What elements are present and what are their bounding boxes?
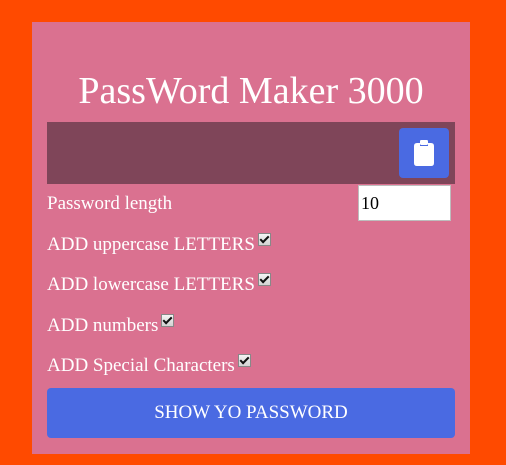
password-length-input[interactable] bbox=[358, 185, 451, 221]
password-generator-panel: PassWord Maker 3000 Password length ADD … bbox=[32, 22, 470, 454]
copy-to-clipboard-button[interactable] bbox=[399, 128, 449, 178]
password-result-display bbox=[47, 122, 455, 184]
option-uppercase: ADD uppercase LETTERS bbox=[47, 233, 271, 254]
lowercase-checkbox[interactable] bbox=[257, 273, 271, 286]
option-special-label: ADD Special Characters bbox=[47, 355, 235, 376]
special-checkbox[interactable] bbox=[237, 354, 251, 367]
clipboard-icon bbox=[414, 140, 434, 166]
option-special: ADD Special Characters bbox=[47, 354, 251, 375]
show-password-button[interactable]: SHOW YO PASSWORD bbox=[47, 388, 455, 438]
uppercase-checkbox[interactable] bbox=[257, 233, 271, 246]
option-uppercase-label: ADD uppercase LETTERS bbox=[47, 234, 255, 255]
option-lowercase-label: ADD lowercase LETTERS bbox=[47, 274, 255, 295]
option-lowercase: ADD lowercase LETTERS bbox=[47, 273, 271, 294]
option-numbers-label: ADD numbers bbox=[47, 315, 159, 336]
numbers-checkbox[interactable] bbox=[161, 314, 175, 327]
password-length-label: Password length bbox=[47, 193, 173, 214]
option-numbers: ADD numbers bbox=[47, 314, 175, 336]
app-title: PassWord Maker 3000 bbox=[78, 70, 424, 112]
